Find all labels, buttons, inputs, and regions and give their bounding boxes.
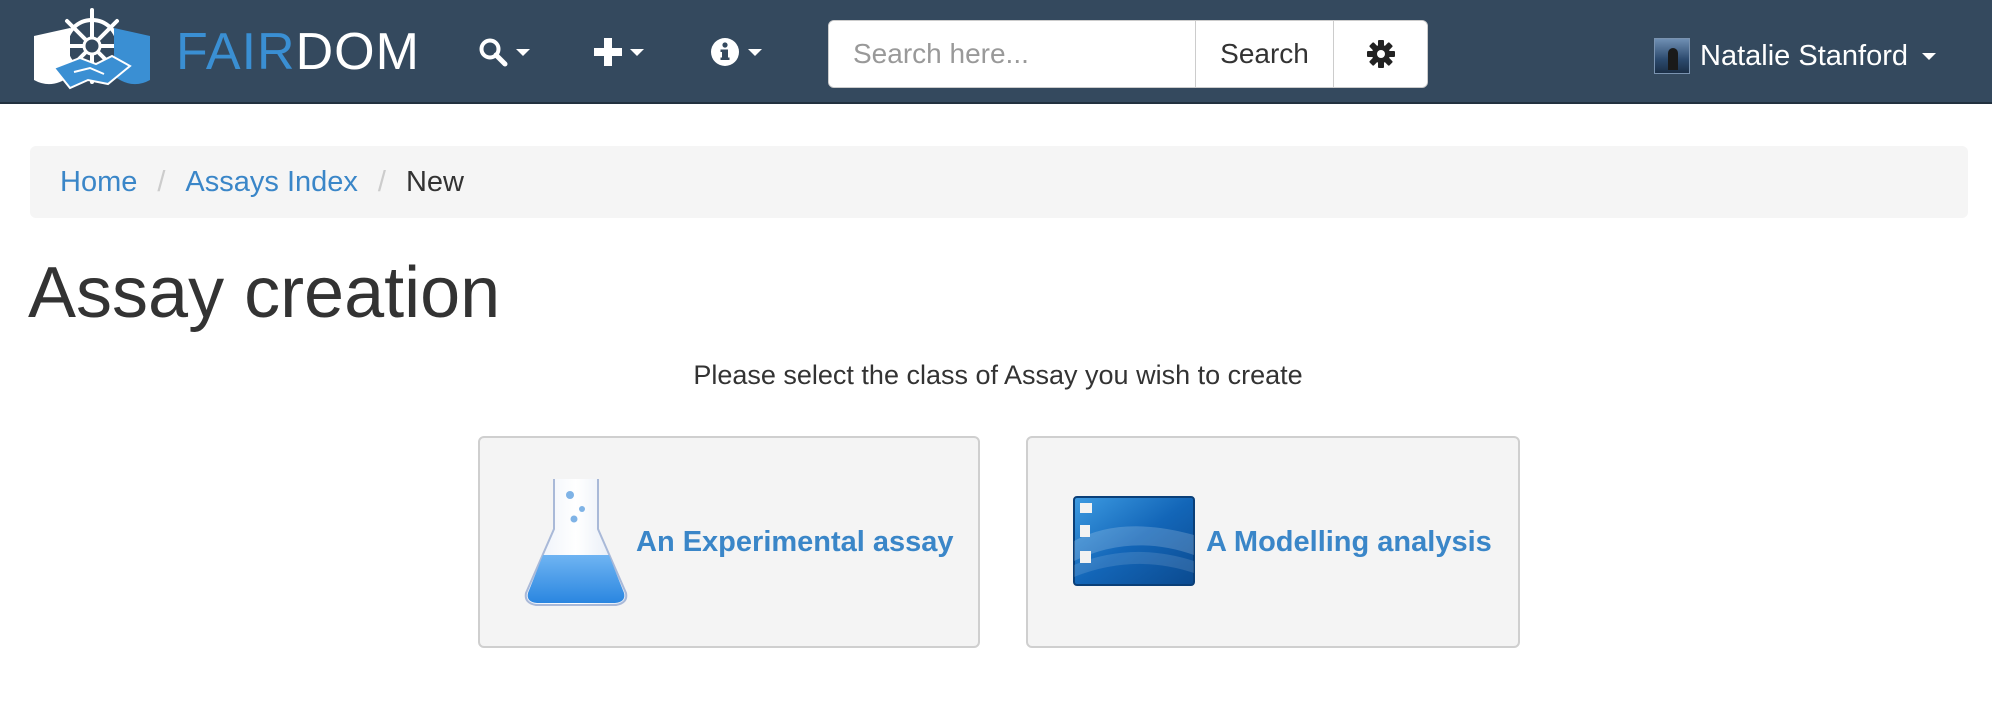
page-title: Assay creation [28, 253, 501, 333]
search-icon [479, 38, 508, 67]
chevron-down-icon [516, 48, 530, 56]
brand-part-dom: DOM [295, 23, 420, 81]
plus-icon [594, 38, 622, 66]
fairdom-logo-icon [34, 8, 150, 90]
instruction-text: Please select the class of Assay you wis… [693, 360, 1303, 390]
chevron-down-icon [1922, 52, 1936, 60]
modelling-analysis-link[interactable]: A Modelling analysis [1206, 526, 1492, 559]
search-input[interactable] [829, 21, 1195, 87]
breadcrumb: Home / Assays Index / New [30, 146, 1968, 218]
browse-search-menu[interactable] [478, 30, 530, 74]
brand-part-fair: FAIR [176, 23, 296, 81]
breadcrumb-separator: / [157, 165, 166, 198]
gear-icon [1366, 40, 1395, 68]
breadcrumb-home-link[interactable]: Home [60, 166, 137, 199]
modelling-analysis-option[interactable]: A Modelling analysis [1026, 436, 1520, 648]
chevron-down-icon [748, 48, 762, 56]
breadcrumb-separator: / [377, 165, 386, 198]
breadcrumb-current: New [405, 165, 464, 198]
search-form: Search [828, 20, 1428, 88]
info-icon [711, 38, 739, 66]
search-button[interactable]: Search [1195, 21, 1333, 87]
user-name: Natalie Stanford [1700, 39, 1908, 72]
user-menu[interactable]: Natalie Stanford [1654, 34, 1936, 78]
experimental-assay-option[interactable]: An Experimental assay [478, 436, 980, 648]
avatar [1654, 38, 1691, 74]
brand-wordmark: FAIRDOM [176, 26, 420, 78]
top-navbar: FAIRDOM Search here... Search Natalie St… [0, 0, 1992, 104]
brand-home-link[interactable]: FAIRDOM [30, 6, 420, 98]
breadcrumb-assays-index-link[interactable]: Assays Index [185, 166, 357, 199]
help-menu[interactable] [710, 30, 762, 74]
flask-icon [524, 479, 628, 606]
desktop-window-icon [1073, 496, 1195, 586]
chevron-down-icon [630, 48, 644, 56]
create-menu[interactable] [594, 30, 644, 74]
search-settings-button[interactable] [1333, 21, 1427, 87]
experimental-assay-link[interactable]: An Experimental assay [636, 526, 954, 559]
